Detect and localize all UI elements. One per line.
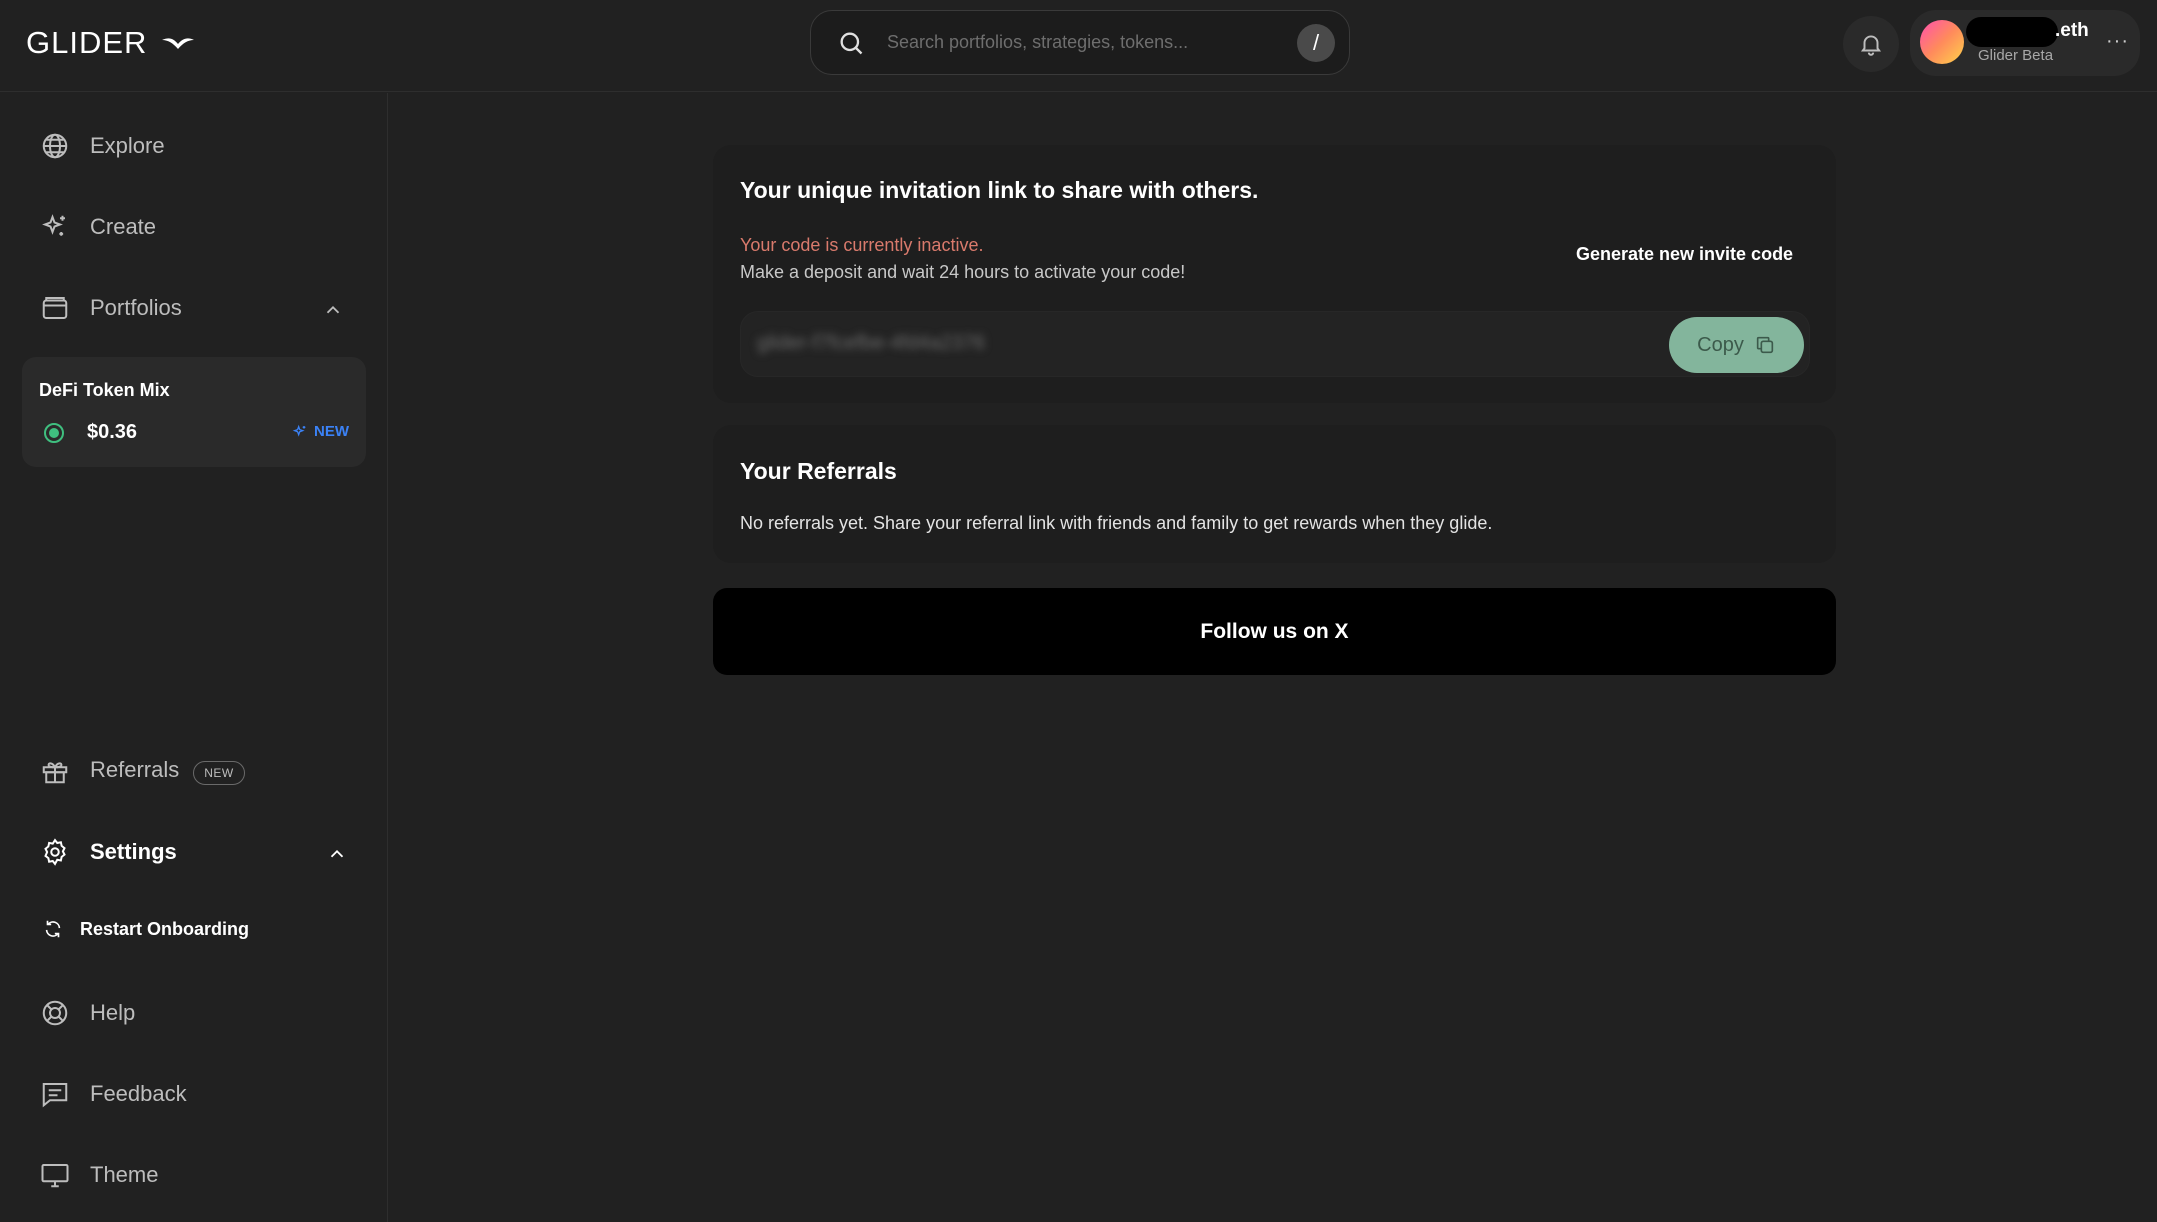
chevron-up-icon[interactable] [322, 299, 344, 321]
gear-icon [44, 838, 66, 866]
globe-icon [42, 133, 68, 159]
sidebar-item-label: Settings [90, 839, 177, 864]
sidebar-item-create[interactable]: Create [40, 212, 156, 242]
wallet-icon [42, 297, 68, 319]
sidebar-item-label: Portfolios [90, 295, 182, 320]
invite-title: Your unique invitation link to share wit… [740, 177, 1259, 203]
chevron-up-icon[interactable] [326, 843, 348, 865]
sidebar-item-label: Help [90, 1000, 136, 1025]
deposit-instructions: Make a deposit and wait 24 hours to acti… [740, 262, 1186, 282]
more-options-icon[interactable]: ··· [2106, 30, 2129, 53]
referrals-title: Your Referrals [740, 458, 897, 484]
invite-link-value: glider-f7fcefbe-4fd4a2376 [757, 332, 985, 354]
sidebar-item-label: Theme [90, 1162, 159, 1187]
search-input[interactable] [887, 32, 1297, 53]
glider-logo[interactable]: GLIDER [26, 25, 195, 60]
portfolio-name: DeFi Token Mix [39, 380, 170, 400]
restart-onboarding-button[interactable]: Restart Onboarding [42, 918, 249, 940]
generate-invite-code-button[interactable]: Generate new invite code [1576, 244, 1793, 265]
gift-icon [42, 762, 68, 784]
user-subtitle: Glider Beta [1978, 47, 2054, 64]
copy-label: Copy [1697, 333, 1744, 356]
sidebar-item-label: Referrals NEW [90, 757, 245, 785]
avatar [1920, 20, 1964, 64]
invite-link-card: Your unique invitation link to share wit… [713, 145, 1836, 403]
copy-button[interactable]: Copy [1669, 317, 1804, 373]
sidebar-item-referrals[interactable]: Referrals NEW [40, 756, 245, 786]
referrals-card: Your Referrals No referrals yet. Share y… [713, 425, 1836, 563]
new-label: NEW [314, 423, 349, 440]
referrals-new-badge: NEW [193, 761, 245, 785]
referrals-label: Referrals [90, 757, 180, 782]
bird-logo-icon [162, 38, 195, 49]
sidebar-item-settings[interactable]: Settings [40, 837, 177, 867]
restart-onboarding-label: Restart Onboarding [80, 918, 250, 939]
sparkles-icon [42, 214, 65, 236]
lifebuoy-icon [42, 1000, 68, 1026]
redacted-username [1966, 17, 2058, 47]
monitor-icon [41, 1164, 69, 1188]
username-suffix: .eth [2055, 20, 2089, 41]
sidebar-item-label: Create [90, 214, 157, 239]
new-badge: NEW [292, 423, 349, 440]
logo-text: GLIDER [26, 25, 148, 60]
top-header: GLIDER / .eth Glider Beta ··· [0, 0, 2157, 92]
sidebar-item-portfolios[interactable]: Portfolios [40, 293, 182, 323]
search-bar[interactable]: / [810, 10, 1350, 75]
sidebar-item-explore[interactable]: Explore [40, 131, 165, 161]
invite-link-field[interactable]: glider-f7fcefbe-4fd4a2376 Copy [740, 311, 1810, 377]
notifications-button[interactable] [1843, 16, 1899, 72]
sidebar-item-theme[interactable]: Theme [40, 1160, 158, 1190]
sidebar-item-help[interactable]: Help [40, 998, 135, 1028]
sidebar-item-feedback[interactable]: Feedback [40, 1079, 187, 1109]
sparkle-icon [292, 424, 306, 437]
referrals-empty-message: No referrals yet. Share your referral li… [740, 513, 1493, 533]
status-dot [44, 423, 64, 443]
search-icon [840, 32, 863, 54]
follow-on-x-button[interactable]: Follow us on X [713, 588, 1836, 675]
search-shortcut-key: / [1297, 23, 1335, 62]
refresh-icon [45, 920, 61, 938]
message-icon [42, 1083, 68, 1108]
user-account-chip[interactable]: .eth Glider Beta ··· [1910, 10, 2140, 76]
sidebar-item-label: Feedback [90, 1081, 187, 1106]
sidebar: Explore Create Portfolios DeFi Token Mix… [0, 93, 388, 1222]
inactive-status: Your code is currently inactive. [740, 235, 984, 255]
copy-icon [1756, 336, 1774, 354]
sidebar-item-label: Explore [90, 133, 165, 158]
bell-icon [1860, 35, 1882, 56]
portfolio-value: $0.36 [87, 421, 138, 443]
portfolio-card-defi-token-mix[interactable]: DeFi Token Mix $0.36 NEW [22, 357, 366, 467]
